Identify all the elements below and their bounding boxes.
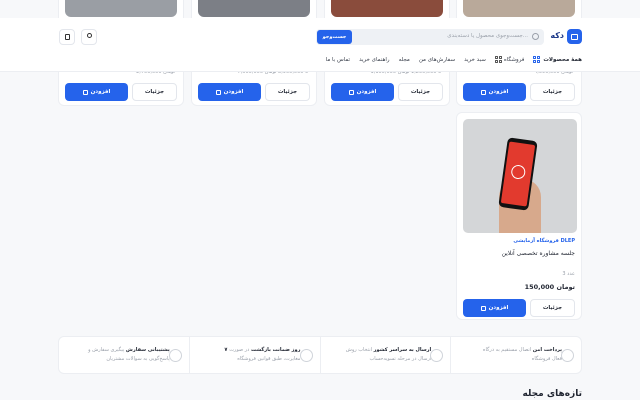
nav-item-cart[interactable]: سبد خرید — [464, 57, 486, 63]
nav-item-store[interactable]: فروشگاه — [494, 56, 524, 63]
search-input[interactable]: جست‌وجوی محصول یا دسته‌بندی... — [447, 33, 528, 39]
site-header: دکه جست‌وجوی محصول یا دسته‌بندی... جست‌و… — [0, 18, 640, 72]
grid-icon — [533, 56, 541, 63]
nav-item-contact[interactable]: تماس با ما — [326, 57, 350, 63]
add-to-cart-button[interactable]: افزودن — [65, 83, 128, 101]
cart-icon — [480, 89, 486, 95]
product-price: 150,000 تومان — [524, 283, 575, 291]
cart-button[interactable] — [59, 29, 75, 45]
grid-icon — [494, 56, 502, 63]
nav-item-orders[interactable]: سفارش‌های من — [419, 57, 455, 63]
product-image[interactable] — [65, 0, 177, 17]
cart-icon — [348, 89, 354, 95]
product-image[interactable] — [463, 119, 577, 233]
features-strip: پرداخت امن اتصال مستقیم به درگاه فعال فر… — [58, 336, 582, 374]
vendor-link[interactable]: فروشگاه آزمایشی DLEP — [513, 238, 575, 244]
details-button[interactable]: جزئیات — [132, 83, 177, 101]
details-button[interactable]: جزئیات — [398, 83, 443, 101]
product-image[interactable] — [331, 0, 443, 17]
nav-item-magazine[interactable]: مجله — [399, 57, 410, 63]
return-icon — [299, 349, 313, 362]
nav-item-guide[interactable]: راهنمای خرید — [359, 57, 390, 63]
account-button[interactable] — [81, 29, 97, 45]
shopping-bag-icon — [571, 34, 578, 40]
product-image[interactable] — [198, 0, 310, 17]
magazine-section-title: تازه‌های مجله — [522, 389, 582, 399]
add-to-cart-button[interactable]: افزودن — [463, 83, 526, 101]
cart-icon — [480, 305, 486, 311]
nav-all-products[interactable]: همهٔ محصولات — [533, 56, 582, 63]
stock-count: 3 عدد — [562, 271, 575, 277]
search-icon — [532, 33, 539, 40]
details-button[interactable]: جزئیات — [265, 83, 310, 101]
add-to-cart-button[interactable]: افزودن — [198, 83, 261, 101]
search-button[interactable]: جست‌وجو — [317, 30, 352, 44]
product-card[interactable]: فروشگاه آزمایشی DLEP جلسه مشاوره تخصصی آ… — [456, 112, 582, 320]
feature-shipping: ارسال به سراسر کشور انتخاب روش ارسال در … — [319, 337, 451, 373]
headset-icon — [168, 349, 182, 362]
logo-text[interactable]: دکه — [550, 31, 564, 40]
product-image[interactable] — [463, 0, 575, 17]
feature-return: ۷ روز ضمانت بازگشت در صورت مغایرت، طبق ق… — [188, 337, 320, 373]
add-to-cart-button[interactable]: افزودن — [463, 299, 526, 317]
product-name[interactable]: جلسه مشاوره تخصصی آنلاین — [502, 250, 575, 257]
cart-icon — [82, 89, 88, 95]
cart-icon — [65, 34, 70, 40]
feature-secure-payment: پرداخت امن اتصال مستقیم به درگاه فعال فر… — [450, 337, 581, 373]
add-to-cart-button[interactable]: افزودن — [331, 83, 394, 101]
logo[interactable] — [567, 29, 582, 44]
shield-icon — [561, 349, 574, 362]
user-icon — [87, 33, 92, 38]
feature-support: پشتیبانی سفارش پیگیری سفارش و پاسخ‌گویی … — [59, 337, 189, 373]
details-button[interactable]: جزئیات — [530, 299, 575, 317]
main-nav: همهٔ محصولات فروشگاه سبد خرید سفارش‌های … — [326, 56, 582, 63]
details-button[interactable]: جزئیات — [530, 83, 575, 101]
search-bar: جست‌وجوی محصول یا دسته‌بندی... جست‌وجو — [316, 29, 544, 45]
cart-icon — [215, 89, 221, 95]
